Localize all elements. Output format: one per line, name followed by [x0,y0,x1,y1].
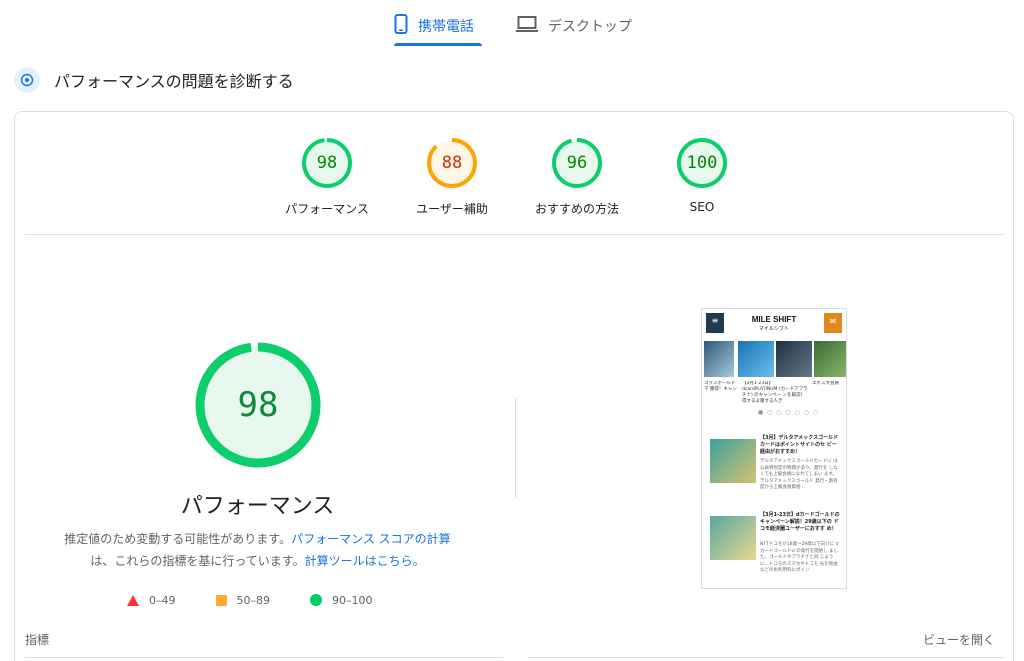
tab-desktop-label: デスクトップ [548,19,632,35]
article-title: 【3月】デルタアメックスゴールドカードはポイントサイトのセ ビー経由がおすすめ！ [760,435,839,455]
score-gauges: 98 パフォーマンス 88 ユーザー補助 96 おすすめの方法 100 SEO [15,136,1015,236]
legend-average-range: 50–89 [236,593,271,607]
article-thumbnail [710,439,756,483]
gauge-seo[interactable]: 100 SEO [642,136,762,214]
laptop-icon [516,15,538,37]
gauge-best-practices-score: 96 [566,153,588,173]
desc-prefix: 推定値のため変動する可能性があります。 [64,532,292,546]
expand-view-toggle[interactable]: ビューを開く [923,631,995,648]
section-header: パフォーマンスの問題を診断する [14,66,294,94]
gauge-performance-label: パフォーマンス [285,202,369,216]
gauge-seo-label: SEO [689,200,715,214]
tab-mobile[interactable]: 携帯電話 [394,6,484,46]
carousel-image [738,341,774,377]
article-excerpt: デルタアメックスゴールドカードに は公表特別定の特典があり、発行を しなくても上… [760,459,838,490]
screenshot-header: ≡ MILE SHIFT マイルシフト ✉ [706,313,842,335]
calculator-link[interactable]: 計算ツールはこちら。 [305,554,425,568]
section-title: パフォーマンスの問題を診断する [54,72,294,91]
gauge-performance-score: 98 [316,153,338,173]
big-gauge-label: パフォーマンス [180,494,335,519]
score-description: 推定値のため変動する可能性があります。パフォーマンス スコアの計算 は、これらの… [35,528,480,572]
metrics-heading: 指標 [25,633,50,647]
carousel-image [704,341,734,377]
gauge-accessibility[interactable]: 88 ユーザー補助 [392,136,512,217]
desc-middle: は、これらの指標を基に行っています。 [90,554,305,568]
carousel-caption: ゴクスボールドマ 獲得！キャン [704,381,737,392]
score-calc-link[interactable]: パフォーマンス スコアの計算 [291,532,451,546]
gauge-best-practices-label: おすすめの方法 [534,202,619,216]
circle-icon [310,594,322,606]
gauge-best-practices[interactable]: 96 おすすめの方法 [517,136,637,217]
tab-mobile-label: 携帯電話 [418,19,474,35]
carousel-image [776,341,812,377]
screenshot-carousel [702,341,846,377]
screenshot-logo: MILE SHIFT [751,315,797,324]
metrics-divider [25,657,503,658]
legend-average: 50–89 [215,593,271,607]
gauge-performance[interactable]: 98 パフォーマンス [267,136,387,217]
triangle-icon [127,594,139,606]
legend-fail-range: 0–49 [149,593,176,607]
diagnose-icon [14,67,40,93]
gauge-accessibility-score: 88 [441,153,463,173]
tab-desktop[interactable]: デスクトップ [516,6,646,46]
article-title: 【3月1-23日】dカードゴールドの キャンペーン解説！29歳以下の ドコモ経済… [760,512,840,532]
carousel-captions: ゴクスボールドマ 獲得！キャン 【3月1-23日】dcardPLATINUM (… [704,381,846,404]
mail-icon: ✉ [824,313,842,333]
legend-pass: 90–100 [310,594,373,607]
carousel-dots: ● ○ ○ ○ ○ ○ ○ [758,409,820,416]
page-screenshot: ≡ MILE SHIFT マイルシフト ✉ ゴクスボールドマ 獲得！キャン 【3… [701,308,847,589]
legend-pass-range: 90–100 [332,593,373,607]
report-card: 98 パフォーマンス 88 ユーザー補助 96 おすすめの方法 100 SEO … [14,111,1014,661]
screenshot-logo-sub: マイルシフト [758,326,789,332]
active-tab-indicator [394,43,482,46]
carousel-caption: 【3月1-23日】dcardPLATINUM (カードアプラチナ) のキャンペー… [742,381,808,404]
performance-big-gauge: 98 [193,340,323,470]
screenshot-article: 【3月1-23日】dカードゴールドの キャンペーン解説！29歳以下の ドコモ経済… [710,512,840,582]
phone-icon [394,14,408,38]
carousel-image [814,341,846,377]
screenshot-article: 【3月】デルタアメックスゴールドカードはポイントサイトのセ ビー経由がおすすめ！… [710,435,840,505]
gauge-accessibility-label: ユーザー補助 [416,202,488,216]
hamburger-icon: ≡ [706,313,724,333]
article-thumbnail [710,516,756,560]
gauges-divider [25,234,1005,235]
legend-fail: 0–49 [127,594,176,607]
article-excerpt: NTTドコモが18歳〜29歳以下向けに dカードゴールドU の発行を開始し まし… [760,542,839,573]
gauge-seo-score: 100 [686,153,718,173]
score-legend: 0–49 50–89 90–100 [127,592,413,608]
square-icon [215,594,227,606]
device-tabs: 携帯電話 デスクトップ [0,0,1024,48]
vertical-divider [515,398,516,498]
carousel-caption: エポス大会員 [812,381,839,386]
big-gauge-score: 98 [237,385,279,425]
metrics-divider [527,657,1005,658]
